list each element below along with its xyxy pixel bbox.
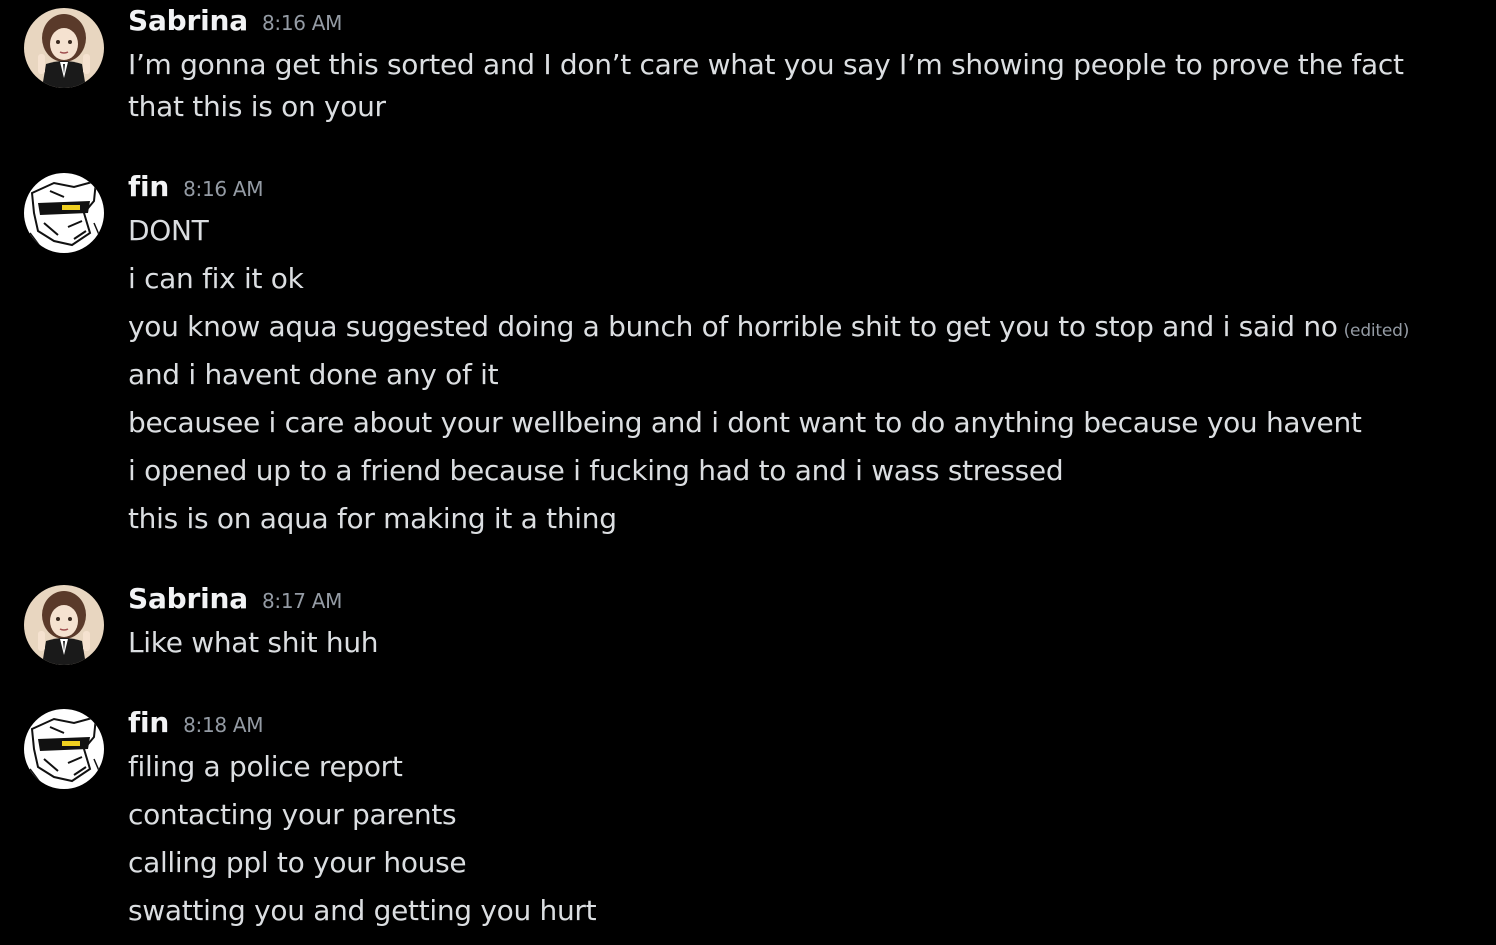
manga-sketch-avatar-icon — [24, 709, 104, 789]
message-text: Like what shit huh — [128, 626, 379, 659]
anime-girl-avatar-icon — [24, 585, 104, 665]
message-text: calling ppl to your house — [128, 846, 467, 879]
manga-sketch-avatar-icon — [24, 173, 104, 253]
username[interactable]: fin — [128, 170, 169, 203]
timestamp[interactable]: 8:16 AM — [183, 177, 263, 201]
message-text: becausee i care about your wellbeing and… — [128, 406, 1362, 439]
message-text: DONT — [128, 214, 209, 247]
timestamp[interactable]: 8:18 AM — [183, 713, 263, 737]
username[interactable]: Sabrina — [128, 582, 248, 615]
avatar[interactable] — [24, 585, 104, 665]
message-text-edited: you know aqua suggested doing a bunch of… — [128, 306, 1409, 352]
message-text: swatting you and getting you hurt — [128, 894, 597, 927]
message-text: i opened up to a friend because i fuckin… — [128, 454, 1064, 487]
message-text: you know aqua suggested doing a bunch of… — [128, 310, 1338, 343]
message-text: and i havent done any of it — [128, 358, 499, 391]
message-text: I’m gonna get this sorted and I don’t ca… — [128, 48, 1404, 123]
avatar[interactable] — [24, 173, 104, 253]
message-header: Sabrina 8:16 AM — [128, 4, 342, 37]
timestamp[interactable]: 8:17 AM — [262, 589, 342, 613]
message-text: contacting your parents — [128, 798, 457, 831]
timestamp[interactable]: 8:16 AM — [262, 11, 342, 35]
username[interactable]: fin — [128, 706, 169, 739]
avatar[interactable] — [24, 8, 104, 88]
message-header: fin 8:16 AM — [128, 170, 264, 203]
message-header: fin 8:18 AM — [128, 706, 264, 739]
avatar[interactable] — [24, 709, 104, 789]
message-text: this is on aqua for making it a thing — [128, 502, 617, 535]
message-text: i can fix it ok — [128, 262, 304, 295]
username[interactable]: Sabrina — [128, 4, 248, 37]
message-text: filing a police report — [128, 750, 403, 783]
anime-girl-avatar-icon — [24, 8, 104, 88]
message-header: Sabrina 8:17 AM — [128, 582, 342, 615]
edited-label: (edited) — [1343, 321, 1410, 341]
